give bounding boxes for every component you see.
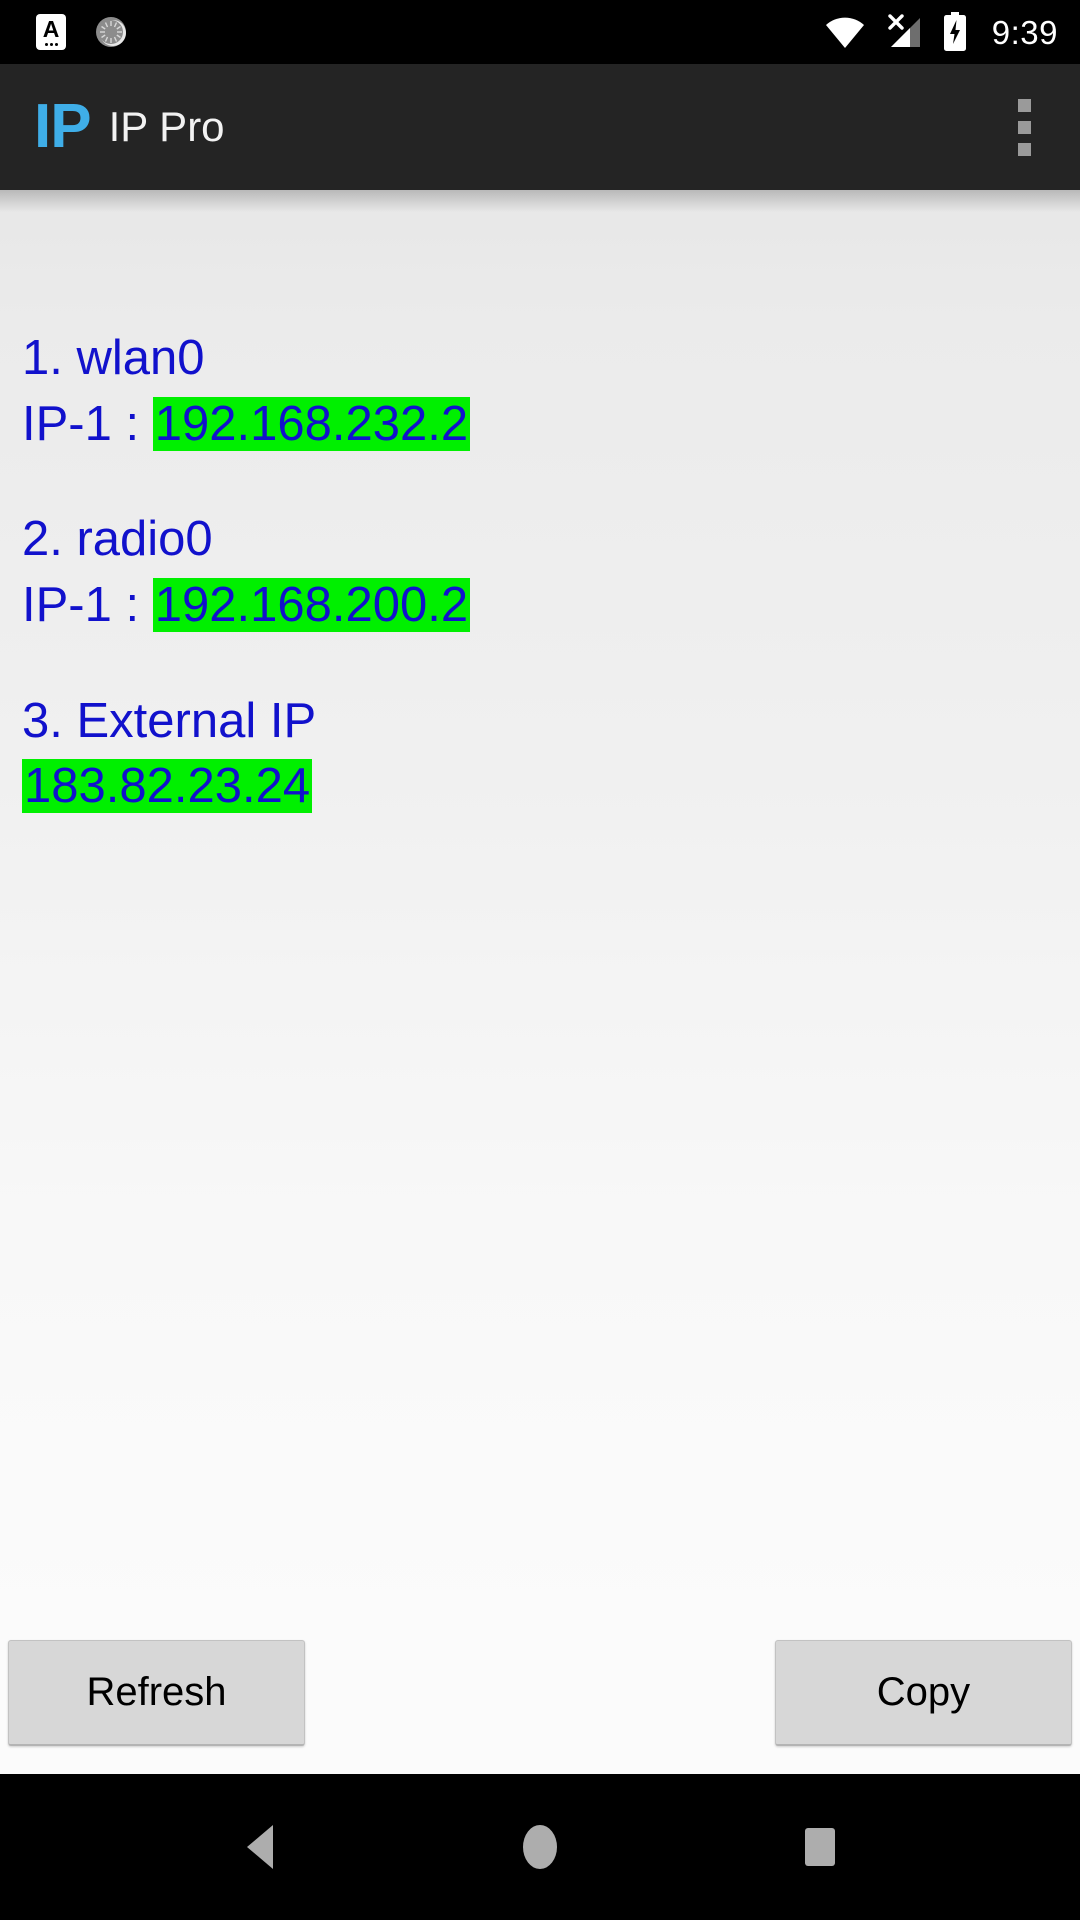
button-bar: Refresh Copy	[0, 1626, 1080, 1774]
input-method-dots	[36, 43, 66, 46]
nav-back-button[interactable]	[200, 1787, 320, 1907]
phone-screen: A 9:39 IP IP Pro 1. wlan0 IP-1: 192.168…	[0, 0, 1080, 1920]
sync-sunburst-icon	[92, 13, 130, 51]
wifi-icon	[824, 15, 866, 49]
copy-button[interactable]: Copy	[775, 1640, 1072, 1746]
interface-ip-row: IP-1 : 192.168.200.2	[22, 573, 1080, 639]
list-item[interactable]: 2. radio0 IP-1 : 192.168.200.2	[22, 507, 1080, 638]
app-bar: IP IP Pro	[0, 64, 1080, 190]
ip-label: IP-1 :	[22, 577, 153, 632]
list-item[interactable]: 1. wlan0 IP-1 : 192.168.232.2	[22, 326, 1080, 457]
ip-value[interactable]: 183.82.23.24	[22, 759, 313, 814]
status-bar-clock: 9:39	[991, 13, 1058, 51]
refresh-button[interactable]: Refresh	[8, 1640, 305, 1746]
overflow-menu-icon[interactable]	[996, 90, 1052, 164]
nav-home-button[interactable]	[480, 1787, 600, 1907]
app-logo: IP	[34, 92, 92, 161]
interface-title: 1. wlan0	[22, 331, 205, 385]
external-ip-title: 3. External IP	[22, 693, 317, 748]
ip-value[interactable]: 192.168.232.2	[152, 396, 471, 451]
recents-square-icon	[805, 1828, 835, 1866]
list-item[interactable]: 3. External IP 183.82.23.24	[22, 689, 1080, 820]
status-bar-right-icons: 9:39	[824, 12, 1058, 52]
cellular-no-service-icon	[884, 14, 924, 50]
navigation-bar	[0, 1774, 1080, 1920]
nav-recents-button[interactable]	[760, 1787, 880, 1907]
ip-value[interactable]: 192.168.200.2	[152, 577, 471, 632]
battery-charging-icon	[942, 12, 968, 52]
interface-title: 2. radio0	[22, 512, 213, 567]
interface-ip-row: IP-1 : 192.168.232.2	[22, 392, 1080, 458]
input-method-icon: A	[36, 14, 66, 50]
input-method-letter: A	[42, 16, 60, 42]
app-title: IP Pro	[108, 103, 225, 150]
status-bar-left-icons: A	[36, 13, 130, 51]
external-ip-row: 183.82.23.24	[22, 754, 1080, 820]
status-bar: A 9:39	[0, 0, 1080, 64]
home-circle-icon	[523, 1825, 557, 1869]
back-triangle-icon	[247, 1825, 273, 1869]
ip-list: 1. wlan0 IP-1 : 192.168.232.2 2. radio0 …	[0, 190, 1080, 1626]
ip-label: IP-1 :	[22, 396, 153, 451]
